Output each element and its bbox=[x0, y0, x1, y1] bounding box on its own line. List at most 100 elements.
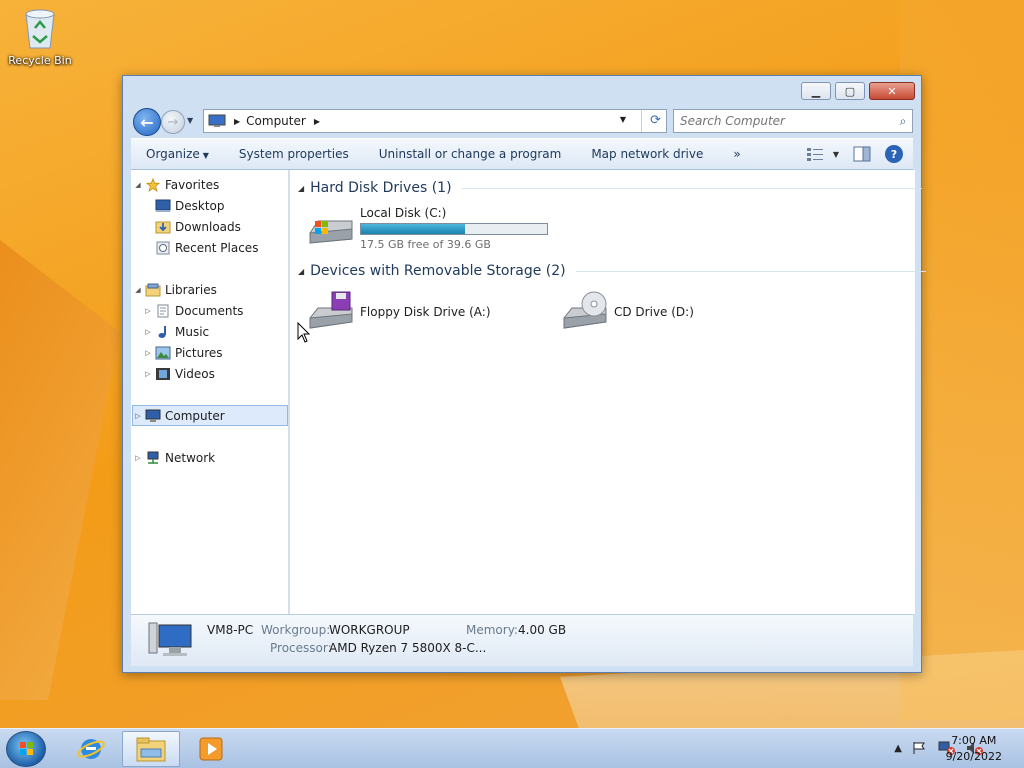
memory-value: 4.00 GB bbox=[518, 623, 567, 637]
maximize-icon: ▢ bbox=[844, 84, 856, 98]
expand-icon[interactable]: ▷ bbox=[143, 349, 153, 357]
nav-item-recent-places[interactable]: Recent Places bbox=[143, 237, 258, 258]
internet-explorer-icon bbox=[77, 739, 105, 759]
expand-icon[interactable]: ▷ bbox=[133, 454, 143, 462]
memory-label: Memory: bbox=[466, 623, 518, 637]
desktop-icon bbox=[155, 199, 171, 212]
taskbar-internet-explorer[interactable] bbox=[62, 731, 120, 767]
processor-value: AMD Ryzen 7 5800X 8-C... bbox=[329, 641, 487, 655]
network-icon bbox=[147, 451, 159, 464]
collapse-icon[interactable]: ◢ bbox=[133, 286, 143, 294]
close-button[interactable]: ✕ bbox=[869, 82, 915, 100]
maximize-button[interactable]: ▢ bbox=[835, 82, 865, 100]
taskbar-media-player[interactable] bbox=[182, 731, 240, 767]
forward-arrow-icon: → bbox=[167, 114, 179, 130]
recycle-bin-desktop-icon[interactable]: Recycle Bin bbox=[6, 6, 74, 67]
refresh-icon[interactable]: ⟳ bbox=[650, 113, 661, 128]
nav-item-computer[interactable]: ▷ Computer bbox=[132, 405, 288, 426]
close-icon: ✕ bbox=[887, 84, 897, 98]
nav-item-label: Desktop bbox=[175, 198, 225, 213]
videos-icon bbox=[156, 367, 170, 380]
explorer-window: ▁ ▢ ✕ ← → ▼ ▶ Computer ▶ ▼ ⟳ ⌕ Organize▼… bbox=[122, 75, 926, 673]
minimize-icon: ▁ bbox=[811, 84, 821, 98]
pictures-icon bbox=[155, 346, 171, 359]
nav-item-videos[interactable]: ▷ Videos bbox=[143, 363, 215, 384]
nav-item-label: Network bbox=[165, 450, 216, 465]
expand-icon[interactable]: ▷ bbox=[143, 307, 153, 315]
search-input[interactable] bbox=[674, 114, 894, 128]
caption-buttons: ▁ ▢ ✕ bbox=[801, 82, 915, 100]
view-details-icon bbox=[806, 148, 823, 161]
nav-item-label: Favorites bbox=[165, 177, 220, 192]
nav-item-libraries[interactable]: ◢ Libraries bbox=[133, 279, 217, 300]
group-header-removable-storage[interactable]: ◢ Devices with Removable Storage (2) bbox=[298, 263, 926, 279]
back-arrow-icon: ← bbox=[140, 112, 154, 132]
more-commands-button[interactable]: » bbox=[718, 147, 755, 161]
uninstall-program-button[interactable]: Uninstall or change a program bbox=[364, 147, 577, 161]
back-button[interactable]: ← bbox=[133, 108, 161, 136]
forward-button[interactable]: → bbox=[161, 110, 185, 134]
nav-item-desktop[interactable]: Desktop bbox=[143, 195, 225, 216]
folder-icon bbox=[136, 737, 166, 762]
group-header-hard-disk-drives[interactable]: ◢ Hard Disk Drives (1) bbox=[298, 180, 922, 196]
recycle-bin-icon bbox=[22, 6, 58, 50]
windows-logo-icon bbox=[20, 742, 33, 755]
minimize-button[interactable]: ▁ bbox=[801, 82, 831, 100]
collapse-icon[interactable]: ◢ bbox=[298, 184, 304, 193]
drive-name: CD Drive (D:) bbox=[614, 305, 694, 319]
documents-icon bbox=[157, 304, 169, 317]
start-button[interactable] bbox=[6, 731, 46, 767]
expand-icon[interactable]: ▷ bbox=[143, 328, 153, 336]
system-properties-button[interactable]: System properties bbox=[224, 147, 364, 161]
help-icon[interactable]: ? bbox=[885, 145, 903, 163]
computer-icon bbox=[208, 114, 226, 127]
preview-pane-icon[interactable] bbox=[853, 146, 871, 162]
hard-drive-icon bbox=[309, 220, 353, 244]
map-network-drive-button[interactable]: Map network drive bbox=[576, 147, 718, 161]
nav-item-label: Videos bbox=[175, 366, 215, 381]
nav-item-favorites[interactable]: ◢ Favorites bbox=[133, 174, 219, 195]
taskbar-windows-explorer[interactable] bbox=[122, 731, 180, 767]
floppy-drive-icon bbox=[309, 291, 353, 329]
show-hidden-icons-button[interactable]: ▲ bbox=[894, 743, 902, 754]
expand-icon[interactable]: ▷ bbox=[143, 370, 153, 378]
drive-free-space: 17.5 GB free of 39.6 GB bbox=[360, 238, 491, 251]
libraries-icon bbox=[145, 283, 161, 296]
nav-item-pictures[interactable]: ▷ Pictures bbox=[143, 342, 223, 363]
search-icon[interactable]: ⌕ bbox=[894, 114, 912, 129]
address-bar[interactable]: ▶ Computer ▶ ▼ ⟳ bbox=[203, 109, 667, 133]
action-center-flag-icon[interactable] bbox=[912, 741, 928, 755]
organize-button[interactable]: Organize ▼ bbox=[131, 147, 224, 161]
search-box[interactable]: ⌕ bbox=[673, 109, 913, 133]
divider bbox=[641, 110, 642, 132]
change-view-button[interactable]: ▼ bbox=[806, 147, 839, 161]
nav-item-documents[interactable]: ▷ Documents bbox=[143, 300, 243, 321]
processor-label: Processor: bbox=[270, 641, 332, 655]
drive-local-disk-c[interactable]: Local Disk (C:) 17.5 GB free of 39.6 GB bbox=[306, 206, 548, 251]
drive-floppy-a[interactable]: Floppy Disk Drive (A:) bbox=[306, 290, 491, 334]
nav-item-label: Downloads bbox=[175, 219, 241, 234]
expand-icon[interactable]: ▷ bbox=[133, 412, 143, 420]
address-dropdown-icon[interactable]: ▼ bbox=[620, 115, 626, 124]
nav-item-music[interactable]: ▷ Music bbox=[143, 321, 209, 342]
nav-item-label: Recent Places bbox=[175, 240, 259, 255]
breadcrumb-separator-icon[interactable]: ▶ bbox=[314, 117, 320, 126]
nav-item-downloads[interactable]: Downloads bbox=[143, 216, 241, 237]
recent-pages-dropdown[interactable]: ▼ bbox=[187, 116, 193, 125]
drive-usage-bar bbox=[360, 223, 548, 235]
cd-drive-icon bbox=[563, 291, 607, 329]
clock[interactable]: 7:00 AM 9/20/2022 bbox=[946, 733, 1002, 765]
nav-item-network[interactable]: ▷ Network bbox=[133, 447, 215, 468]
breadcrumb-separator-icon[interactable]: ▶ bbox=[234, 117, 240, 126]
group-title: Devices with Removable Storage (2) bbox=[310, 263, 566, 279]
nav-item-label: Pictures bbox=[175, 345, 223, 360]
clock-time: 7:00 AM bbox=[951, 734, 997, 747]
computer-icon bbox=[148, 622, 192, 656]
organize-label: Organize bbox=[146, 147, 200, 161]
taskbar: ▲ 7:00 AM 9/20/2022 bbox=[0, 728, 1024, 768]
collapse-icon[interactable]: ◢ bbox=[133, 181, 143, 189]
drive-cd-d[interactable]: CD Drive (D:) bbox=[560, 290, 694, 334]
breadcrumb-computer[interactable]: Computer bbox=[246, 114, 306, 128]
media-player-icon bbox=[199, 737, 223, 761]
collapse-icon[interactable]: ◢ bbox=[298, 267, 304, 276]
